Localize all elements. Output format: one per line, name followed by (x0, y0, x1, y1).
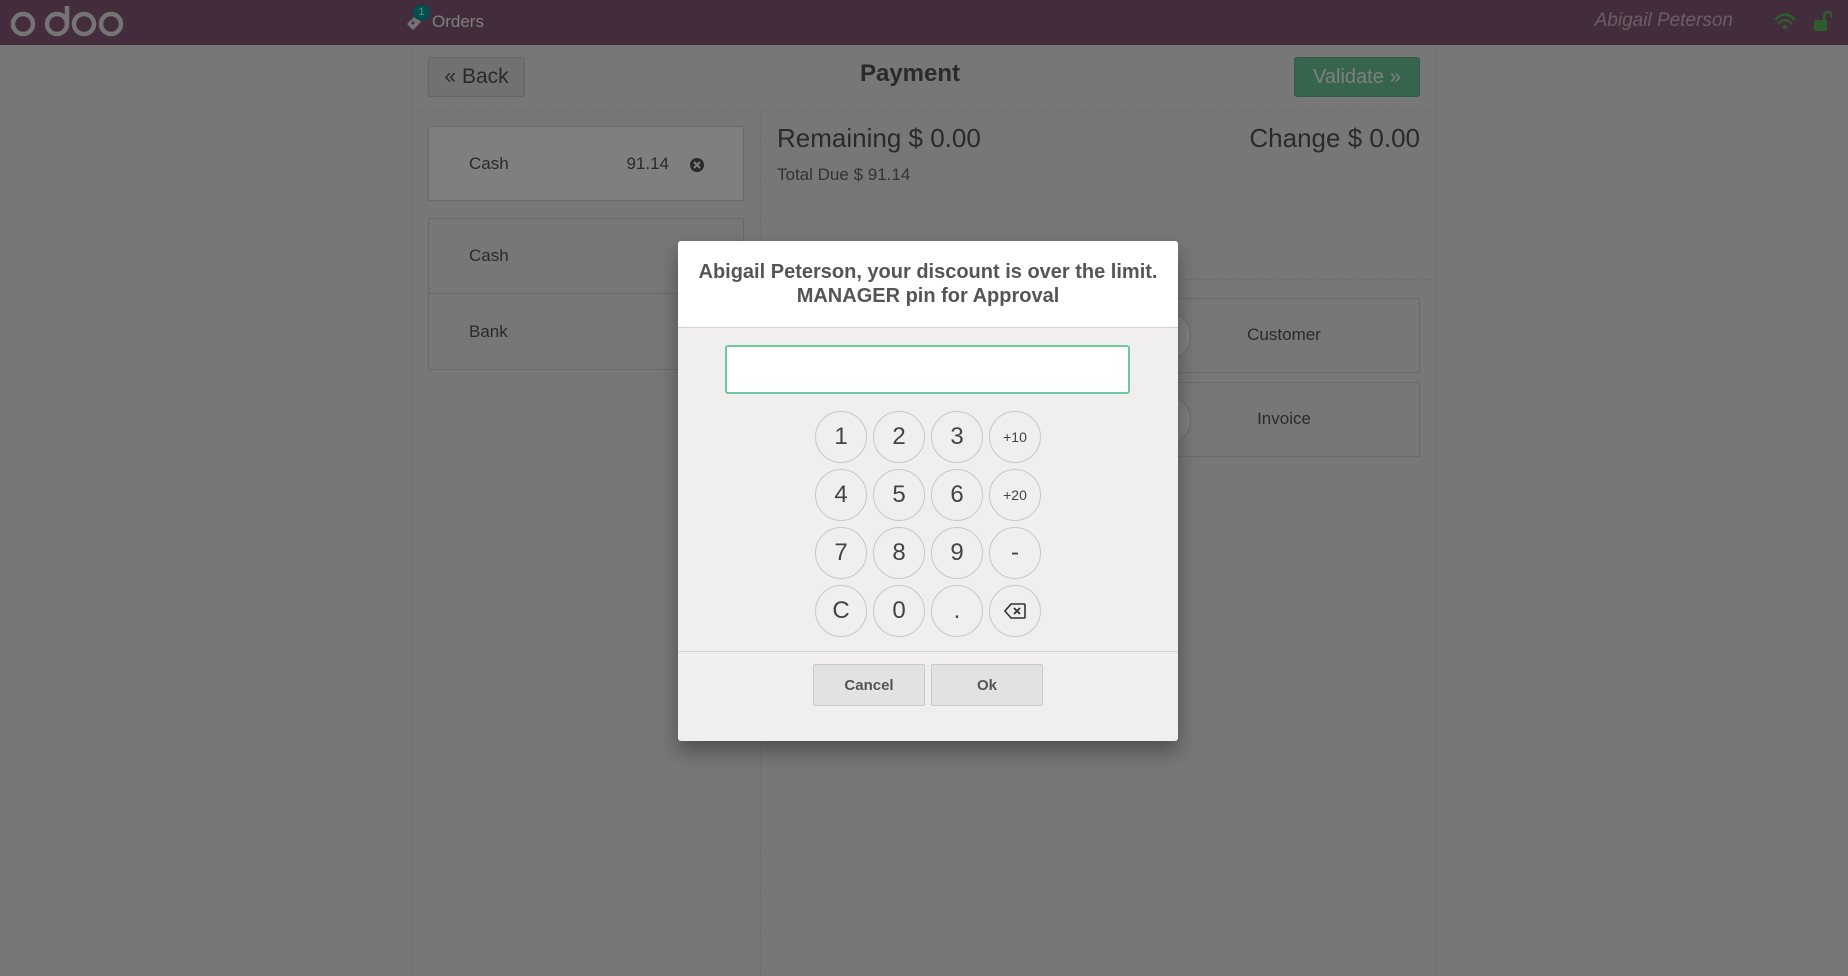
numpad-key-backspace[interactable] (989, 585, 1041, 637)
numpad-key-4[interactable]: 4 (815, 469, 867, 521)
pin-input[interactable] (725, 345, 1130, 394)
numpad-key-clear[interactable]: C (815, 585, 867, 637)
numpad-key-minus[interactable]: - (989, 527, 1041, 579)
backspace-icon (1004, 603, 1026, 619)
numpad-key-8[interactable]: 8 (873, 527, 925, 579)
numpad-key-7[interactable]: 7 (815, 527, 867, 579)
manager-pin-dialog: Abigail Peterson, your discount is over … (678, 241, 1178, 741)
numpad: 1 2 3 +10 4 5 6 +20 7 8 9 - C 0 . (815, 411, 1055, 637)
dialog-footer: Cancel Ok (678, 651, 1178, 741)
dialog-title-line-1: Abigail Peterson, your discount is over … (698, 261, 1158, 283)
numpad-key-9[interactable]: 9 (931, 527, 983, 579)
numpad-key-plus20[interactable]: +20 (989, 469, 1041, 521)
dialog-title-line-2: MANAGER pin for Approval (796, 285, 1060, 307)
ok-button[interactable]: Ok (931, 664, 1043, 706)
numpad-key-plus10[interactable]: +10 (989, 411, 1041, 463)
numpad-key-2[interactable]: 2 (873, 411, 925, 463)
dialog-title: Abigail Peterson, your discount is over … (678, 241, 1178, 328)
numpad-key-0[interactable]: 0 (873, 585, 925, 637)
numpad-key-5[interactable]: 5 (873, 469, 925, 521)
numpad-key-6[interactable]: 6 (931, 469, 983, 521)
numpad-key-dot[interactable]: . (931, 585, 983, 637)
numpad-key-1[interactable]: 1 (815, 411, 867, 463)
numpad-key-3[interactable]: 3 (931, 411, 983, 463)
cancel-button[interactable]: Cancel (813, 664, 925, 706)
